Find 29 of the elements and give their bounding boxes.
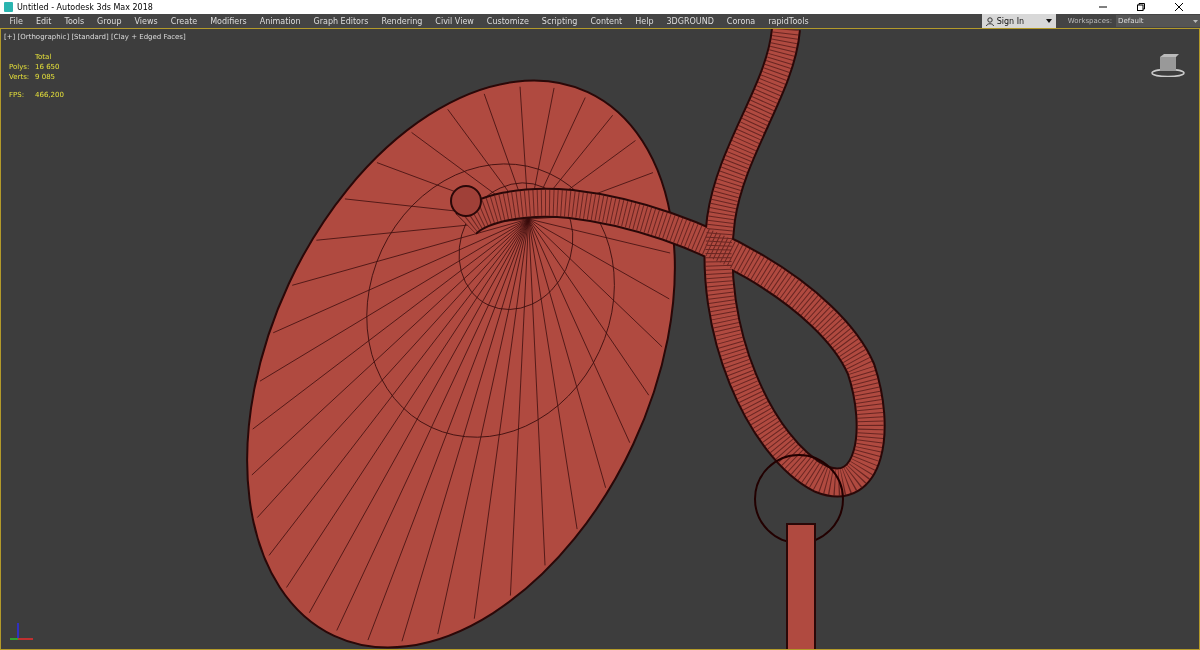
view-cube-icon[interactable] bbox=[1151, 53, 1185, 77]
menu-item[interactable]: Corona bbox=[720, 16, 762, 26]
menu-item[interactable]: Graph Editors bbox=[307, 16, 375, 26]
menu-item[interactable]: Customize bbox=[480, 16, 536, 26]
menu-item[interactable]: File bbox=[3, 16, 30, 26]
window-title: Untitled - Autodesk 3ds Max 2018 bbox=[17, 2, 154, 12]
menu-item[interactable]: Create bbox=[164, 16, 204, 26]
menu-item[interactable]: Modifiers bbox=[203, 16, 254, 26]
menu-item[interactable]: 3DGROUND bbox=[660, 16, 721, 26]
app-logo-icon bbox=[4, 2, 13, 12]
restore-icon bbox=[1137, 3, 1145, 11]
minimize-icon bbox=[1099, 3, 1107, 11]
menu-item[interactable]: Content bbox=[583, 16, 629, 26]
close-icon bbox=[1175, 3, 1183, 11]
caret-icon bbox=[1193, 19, 1198, 23]
menu-item[interactable]: Civil View bbox=[428, 16, 481, 26]
menu-item[interactable]: Views bbox=[127, 16, 165, 26]
sign-in-dropdown[interactable]: Sign In bbox=[981, 14, 1056, 28]
menu-item[interactable]: Edit bbox=[29, 16, 58, 26]
user-icon bbox=[985, 16, 994, 26]
menu-item[interactable]: Tools bbox=[57, 16, 91, 26]
menu-item[interactable]: Animation bbox=[253, 16, 308, 26]
menu-item[interactable]: Scripting bbox=[535, 16, 584, 26]
caret-icon bbox=[1045, 19, 1052, 23]
menu-item[interactable]: rapidTools bbox=[761, 16, 816, 26]
menu-item[interactable]: Rendering bbox=[374, 16, 429, 26]
axis-gizmo-icon bbox=[8, 621, 34, 643]
menu-item[interactable]: Group bbox=[90, 16, 128, 26]
menu-item[interactable]: Help bbox=[628, 16, 660, 26]
